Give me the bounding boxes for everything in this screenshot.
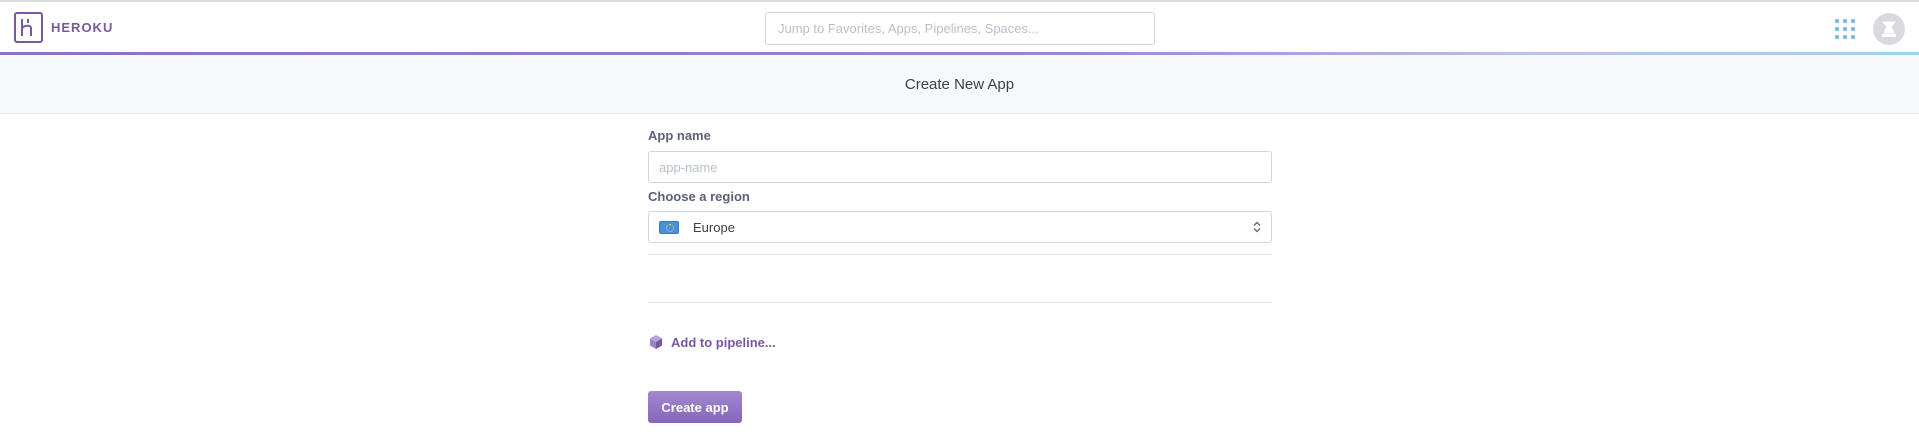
user-avatar-icon[interactable] [1873,13,1905,45]
section-divider [648,254,1272,255]
brand-name[interactable]: HEROKU [51,20,113,35]
pipeline-hexagon-icon [650,335,662,349]
global-search-input[interactable] [765,12,1155,45]
app-name-label: App name [648,128,711,143]
heroku-logo-icon[interactable] [14,12,43,43]
app-name-input[interactable] [648,151,1272,183]
region-select[interactable]: Europe [648,211,1272,243]
region-label: Choose a region [648,189,750,204]
add-to-pipeline-label: Add to pipeline... [671,335,776,350]
section-divider [648,302,1272,303]
top-navbar: HEROKU [0,2,1919,52]
apps-grid-icon[interactable] [1835,19,1855,39]
select-chevron-icon [1253,221,1261,233]
region-selected-value: Europe [693,220,735,235]
page-header: Create New App [0,55,1919,114]
eu-flag-icon [659,221,679,234]
page-title: Create New App [904,76,1015,93]
create-app-button[interactable]: Create app [648,391,742,423]
